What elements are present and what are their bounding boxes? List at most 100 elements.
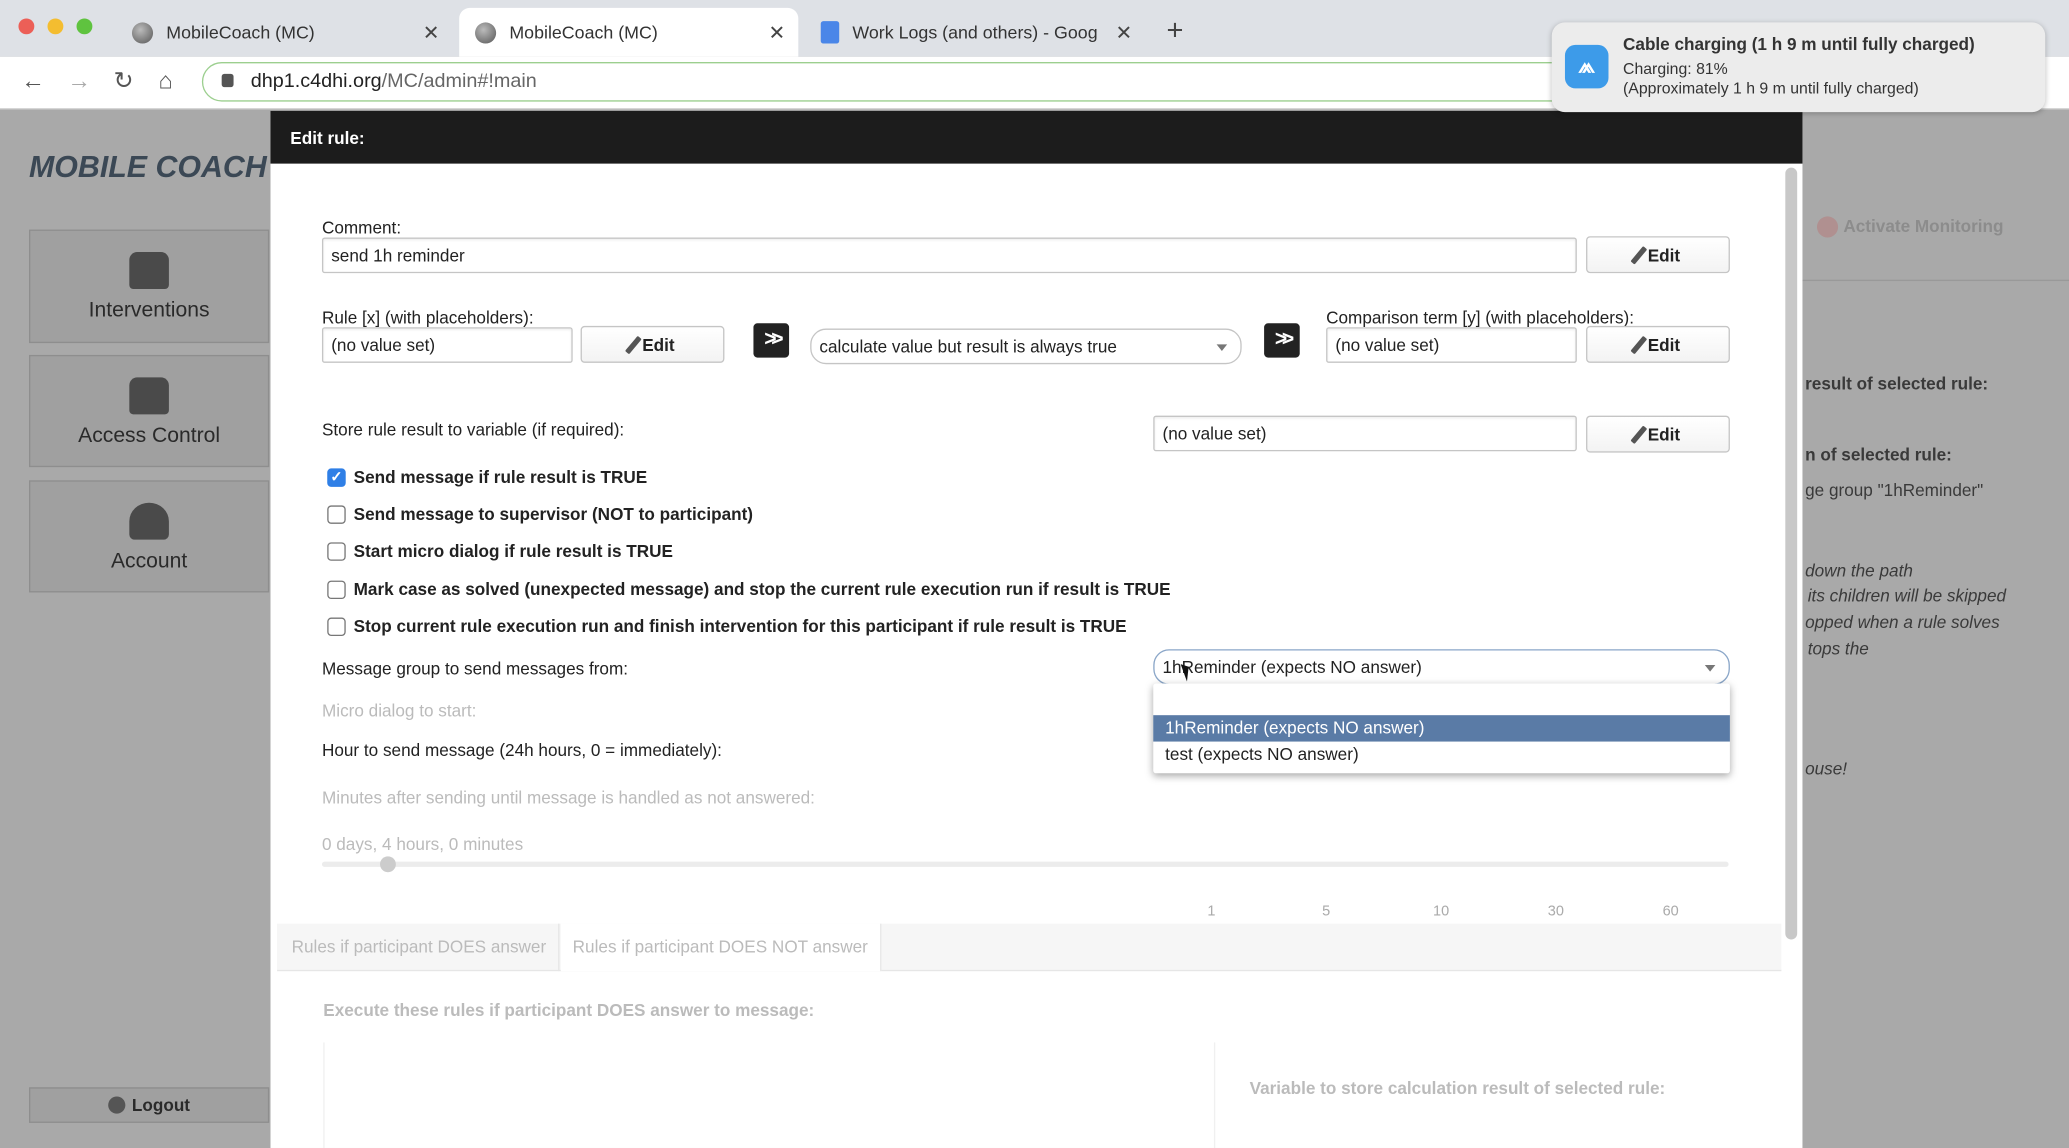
tab-title: Work Logs (and others) - Goog: [852, 22, 1098, 43]
comparison-edit-button[interactable]: Edit: [1586, 325, 1730, 363]
operator-value: calculate value but result is always tru…: [819, 336, 1117, 357]
hour-label: Hour to send message (24h hours, 0 = imm…: [321, 740, 722, 761]
forward-icon[interactable]: →: [67, 67, 91, 95]
dialog-title: Edit rule:: [270, 110, 1803, 164]
tab-title: MobileCoach (MC): [166, 22, 315, 43]
notification-line: (Approximately 1 h 9 m until fully charg…: [1623, 79, 1919, 98]
pencil-icon: [1630, 424, 1647, 444]
checkbox[interactable]: [327, 541, 346, 561]
sidebar-item-account[interactable]: Account: [29, 480, 270, 593]
comparison-input[interactable]: (no value set): [1326, 327, 1577, 363]
store-variable-input[interactable]: (no value set): [1153, 415, 1577, 452]
dropdown-option[interactable]: 1hReminder (expects NO answer): [1153, 715, 1730, 742]
close-tab-icon[interactable]: ✕: [1116, 20, 1133, 44]
pencil-icon: [1630, 335, 1647, 354]
url-path: /MC/admin#!main: [381, 69, 537, 93]
store-label: Store rule result to variable (if requir…: [321, 419, 625, 440]
back-icon[interactable]: ←: [21, 67, 45, 95]
reload-icon[interactable]: ↻: [113, 67, 133, 95]
duration-slider-track[interactable]: [321, 861, 1729, 867]
rule-input[interactable]: (no value set): [321, 327, 573, 363]
minutes-label: Minutes after sending until message is h…: [321, 787, 815, 808]
globe-icon: [131, 21, 154, 43]
logo: MOBILE COACH: [29, 149, 267, 184]
close-window-button[interactable]: [18, 18, 35, 35]
close-tab-icon[interactable]: ✕: [769, 20, 786, 44]
tab-does-answer[interactable]: Rules if participant DOES answer: [280, 923, 560, 972]
notification-title: Cable charging (1 h 9 m until fully char…: [1623, 34, 1975, 55]
edit-label: Edit: [1647, 334, 1681, 355]
divider: [1802, 279, 2069, 282]
tab-does-not-answer[interactable]: Rules if participant DOES NOT answer: [560, 923, 882, 972]
background-text: opped when a rule solves: [1805, 612, 2000, 633]
comment-input[interactable]: send 1h reminder: [321, 237, 1577, 274]
monitoring-icon: [1816, 216, 1839, 238]
pencil-icon: [624, 335, 642, 354]
close-tab-icon[interactable]: ✕: [423, 20, 440, 44]
activate-monitoring-button[interactable]: Activate Monitoring: [1843, 216, 2003, 236]
checkbox-checked[interactable]: ✓: [327, 467, 346, 487]
globe-icon: [475, 21, 497, 43]
operator-select[interactable]: calculate value but result is always tru…: [810, 328, 1242, 365]
duration-slider-handle[interactable]: [380, 856, 396, 873]
rule-edit-button[interactable]: Edit: [580, 325, 725, 363]
user-icon: [129, 502, 169, 540]
app-icon: ⩕: [1564, 44, 1609, 89]
checkbox-mark-solved[interactable]: Mark case as solved (unexpected message)…: [327, 579, 1171, 600]
rules-tree-border: [323, 1042, 325, 1148]
message-group-value: 1hReminder (expects NO answer): [1162, 657, 1422, 677]
background-text: n of selected rule:: [1805, 444, 1952, 465]
store-edit-button[interactable]: Edit: [1586, 415, 1730, 453]
power-icon: [108, 1096, 126, 1114]
rules-tabs: Rules if participant DOES answer Rules i…: [277, 923, 1782, 972]
sidebar-item-access-control[interactable]: Access Control: [29, 354, 270, 468]
checkbox[interactable]: [327, 579, 346, 599]
charging-notification[interactable]: ⩕ Cable charging (1 h 9 m until fully ch…: [1551, 22, 2046, 113]
checkbox-stop-run[interactable]: Stop current rule execution run and fini…: [327, 616, 1127, 636]
background-text: ge group "1hReminder": [1805, 480, 1984, 501]
logout-button[interactable]: Logout: [29, 1087, 270, 1123]
url-input[interactable]: dhp1.c4dhi.org/MC/admin#!main: [201, 62, 1601, 102]
sidebar-item-interventions[interactable]: Interventions: [29, 229, 270, 344]
slider-tick: 30: [1547, 903, 1564, 920]
message-group-dropdown: 1hReminder (expects NO answer) test (exp…: [1153, 683, 1730, 774]
minimize-window-button[interactable]: [47, 18, 64, 35]
checkbox[interactable]: [327, 504, 346, 524]
checkbox-send-message[interactable]: ✓ Send message if rule result is TRUE: [327, 467, 647, 487]
background-text: its children will be skipped: [1807, 585, 2007, 606]
divider: [1213, 1042, 1216, 1148]
checkbox-start-micro-dialog[interactable]: Start micro dialog if rule result is TRU…: [327, 541, 673, 561]
lock-icon: [221, 73, 234, 88]
interventions-icon: [129, 252, 169, 289]
message-group-select[interactable]: 1hReminder (expects NO answer): [1153, 649, 1730, 685]
double-chevron-right-icon: >>: [1264, 323, 1300, 358]
lock-icon: [129, 377, 169, 415]
comment-edit-button[interactable]: Edit: [1586, 236, 1730, 274]
sidebar-item-label: Account: [110, 550, 188, 573]
slider-tick: 1: [1207, 903, 1216, 920]
slider-tick: 60: [1662, 903, 1679, 920]
maximize-window-button[interactable]: [76, 18, 93, 35]
execute-rules-label: Execute these rules if participant DOES …: [323, 1000, 815, 1020]
new-tab-button[interactable]: +: [1166, 13, 1183, 47]
background-text: down the path: [1805, 560, 1913, 581]
chevron-down-icon: [1704, 665, 1716, 677]
pencil-icon: [1630, 245, 1647, 264]
background-text: ouse!: [1805, 758, 1848, 779]
home-icon[interactable]: ⌂: [158, 67, 172, 95]
edit-label: Edit: [642, 334, 675, 355]
slider-tick: 10: [1432, 903, 1450, 920]
micro-dialog-label: Micro dialog to start:: [321, 700, 477, 721]
browser-tab[interactable]: MobileCoach (MC) ✕: [116, 8, 452, 57]
dropdown-option-empty[interactable]: [1153, 689, 1730, 715]
edit-rule-dialog: Edit rule: Comment: send 1h reminder Edi…: [270, 110, 1803, 1148]
browser-tab[interactable]: Work Logs (and others) - Goog ✕: [805, 8, 1145, 57]
checkbox-label: Mark case as solved (unexpected message)…: [353, 579, 1171, 600]
dialog-scrollbar[interactable]: [1785, 167, 1798, 940]
checkbox[interactable]: [327, 616, 346, 636]
double-chevron-right-icon: >>: [753, 323, 790, 358]
dropdown-option[interactable]: test (expects NO answer): [1153, 742, 1730, 768]
comment-label: Comment:: [321, 217, 402, 238]
checkbox-send-supervisor[interactable]: Send message to supervisor (NOT to parti…: [327, 504, 753, 524]
browser-tab-active[interactable]: MobileCoach (MC) ✕: [459, 7, 799, 57]
